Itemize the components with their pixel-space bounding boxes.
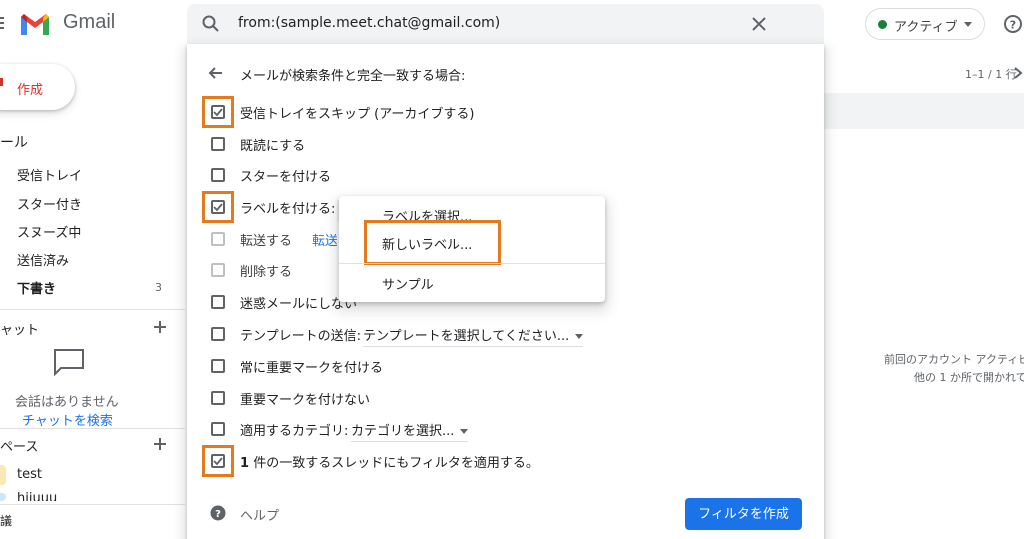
menu-item-sample-label[interactable]: サンプル (382, 274, 434, 293)
arrow-back-icon[interactable] (208, 65, 224, 81)
sidebar-item-starred[interactable]: スター付き (17, 194, 82, 213)
svg-text:?: ? (215, 509, 221, 520)
help-icon[interactable]: ? (1003, 14, 1023, 34)
mail-section-header[interactable]: ール (0, 132, 28, 152)
sidebar-item-snoozed[interactable]: スヌーズ中 (17, 222, 81, 241)
chevron-down-icon (964, 22, 972, 27)
sidebar-item-inbox[interactable]: 受信トレイ (17, 165, 82, 184)
always-important-label[interactable]: 常に重要マークを付ける (240, 357, 383, 376)
caret-down-icon (575, 334, 584, 339)
mark-read-label[interactable]: 既読にする (240, 135, 305, 154)
chat-bubble-icon (54, 349, 84, 376)
add-chat-icon[interactable] (153, 320, 167, 334)
close-icon[interactable] (749, 14, 769, 34)
svg-text:?: ? (1010, 19, 1016, 32)
sidebar-item-space-2[interactable]: hiiuuu (17, 491, 57, 501)
toolbar-strip (824, 93, 1024, 129)
template-select-value: テンプレートを選択してください... (363, 329, 570, 344)
label-dropdown-menu: ラベルを選択... 新しいラベル... サンプル (339, 196, 605, 302)
apply-label-checkbox[interactable] (211, 200, 225, 214)
forward-checkbox[interactable] (211, 232, 225, 246)
menu-divider (339, 263, 605, 264)
send-template-checkbox[interactable] (211, 327, 225, 341)
sidebar-item-sent[interactable]: 送信済み (17, 250, 69, 269)
sidebar-item-drafts[interactable]: 下書き (17, 278, 56, 297)
sidebar-item-space-test[interactable]: test (17, 467, 42, 482)
send-template-label[interactable]: テンプレートの送信: (240, 325, 361, 344)
drafts-count: 3 (155, 281, 162, 294)
template-select[interactable]: テンプレートを選択してください... (363, 325, 584, 347)
top-bar: Gmail from:(sample.meet.chat@gmail.com) … (0, 0, 1024, 50)
search-bar[interactable]: from:(sample.meet.chat@gmail.com) (187, 4, 824, 44)
also-apply-checkbox[interactable] (211, 454, 225, 468)
chat-empty-text: 会話はありません (15, 395, 119, 410)
category-checkbox[interactable] (211, 422, 225, 436)
checkmark-icon (213, 457, 223, 466)
gmail-wordmark: Gmail (63, 11, 116, 33)
create-filter-button[interactable]: フィルタを作成 (685, 498, 802, 530)
category-select[interactable]: カテゴリを選択... (351, 420, 469, 442)
pagination-text: 1–1 / 1 行 (965, 68, 1017, 81)
help-link[interactable]: ヘルプ (240, 505, 279, 524)
filter-option-mark-read: 既読にする (187, 132, 824, 156)
star-checkbox[interactable] (211, 168, 225, 182)
help-circle-icon[interactable]: ? (210, 505, 226, 521)
space-avatar-icon (0, 493, 6, 501)
last-activity-text: 前回のアカウント アクティビ (884, 353, 1024, 366)
chevron-right-icon[interactable] (1013, 66, 1023, 80)
mark-read-checkbox[interactable] (211, 137, 225, 151)
find-chat-link[interactable]: チャットを検索 (22, 410, 113, 429)
search-input[interactable]: from:(sample.meet.chat@gmail.com) (238, 15, 500, 31)
never-important-label[interactable]: 重要マークを付けない (240, 389, 370, 408)
category-select-value: カテゴリを選択... (351, 424, 455, 439)
sidebar-divider (0, 309, 185, 310)
chat-section-header: ャット (0, 323, 40, 338)
matching-thread-count: 1 (240, 456, 250, 471)
category-label[interactable]: 適用するカテゴリ: (240, 420, 348, 439)
status-dot-icon (878, 20, 887, 29)
status-label: アクティブ (894, 20, 958, 35)
compose-label: 作成 (17, 83, 44, 98)
caret-down-icon (460, 429, 469, 434)
not-spam-checkbox[interactable] (211, 295, 225, 309)
add-forward-address-link[interactable]: 転送先 (312, 230, 337, 249)
checkmark-icon (213, 108, 223, 117)
delete-label[interactable]: 削除する (240, 261, 292, 280)
forward-label[interactable]: 転送する (240, 230, 292, 249)
compose-button[interactable]: 作成 (0, 64, 75, 110)
gmail-logo-icon[interactable] (19, 11, 51, 37)
filter-option-always-important: 常に重要マークを付ける (187, 354, 824, 378)
filter-panel-title: メールが検索条件と完全一致する場合: (240, 69, 466, 84)
never-important-checkbox[interactable] (211, 391, 225, 405)
menu-item-new-label[interactable]: 新しいラベル... (382, 234, 472, 253)
also-apply-label[interactable]: 1 件の一致するスレッドにもフィルタを適用する。 (240, 452, 539, 471)
delete-checkbox[interactable] (211, 263, 225, 277)
filter-option-category: 適用するカテゴリ: カテゴリを選択... (187, 417, 824, 442)
create-filter-label: フィルタを作成 (698, 506, 789, 521)
open-elsewhere-text: 他の 1 か所で開かれて (914, 371, 1024, 384)
space-avatar-icon (0, 465, 6, 485)
main-menu-icon[interactable] (0, 17, 6, 31)
filter-option-template: テンプレートの送信: テンプレートを選択してください... (187, 322, 824, 347)
star-label[interactable]: スターを付ける (240, 166, 331, 185)
skip-inbox-checkbox[interactable] (211, 105, 225, 119)
sidebar-divider (0, 504, 185, 505)
apply-label-label[interactable]: ラベルを付ける: (240, 198, 335, 217)
filter-option-star: スターを付ける (187, 163, 824, 187)
pencil-icon (0, 78, 3, 86)
filter-option-skip-inbox: 受信トレイをスキップ (アーカイブする) (187, 96, 824, 128)
filter-option-also-apply: 1 件の一致するスレッドにもフィルタを適用する。 (187, 445, 824, 477)
status-selector[interactable]: アクティブ (865, 8, 985, 40)
spaces-section-header: ペース (0, 440, 39, 455)
also-apply-text: 件の一致するスレッドにもフィルタを適用する。 (253, 456, 539, 471)
always-important-checkbox[interactable] (211, 359, 225, 373)
filter-option-never-important: 重要マークを付けない (187, 386, 824, 410)
meet-section-label: 議 (0, 514, 13, 528)
checkmark-icon (213, 203, 223, 212)
search-icon[interactable] (201, 14, 221, 34)
skip-inbox-label[interactable]: 受信トレイをスキップ (アーカイブする) (240, 103, 475, 122)
add-space-icon[interactable] (153, 437, 167, 451)
sidebar-divider (0, 428, 185, 429)
